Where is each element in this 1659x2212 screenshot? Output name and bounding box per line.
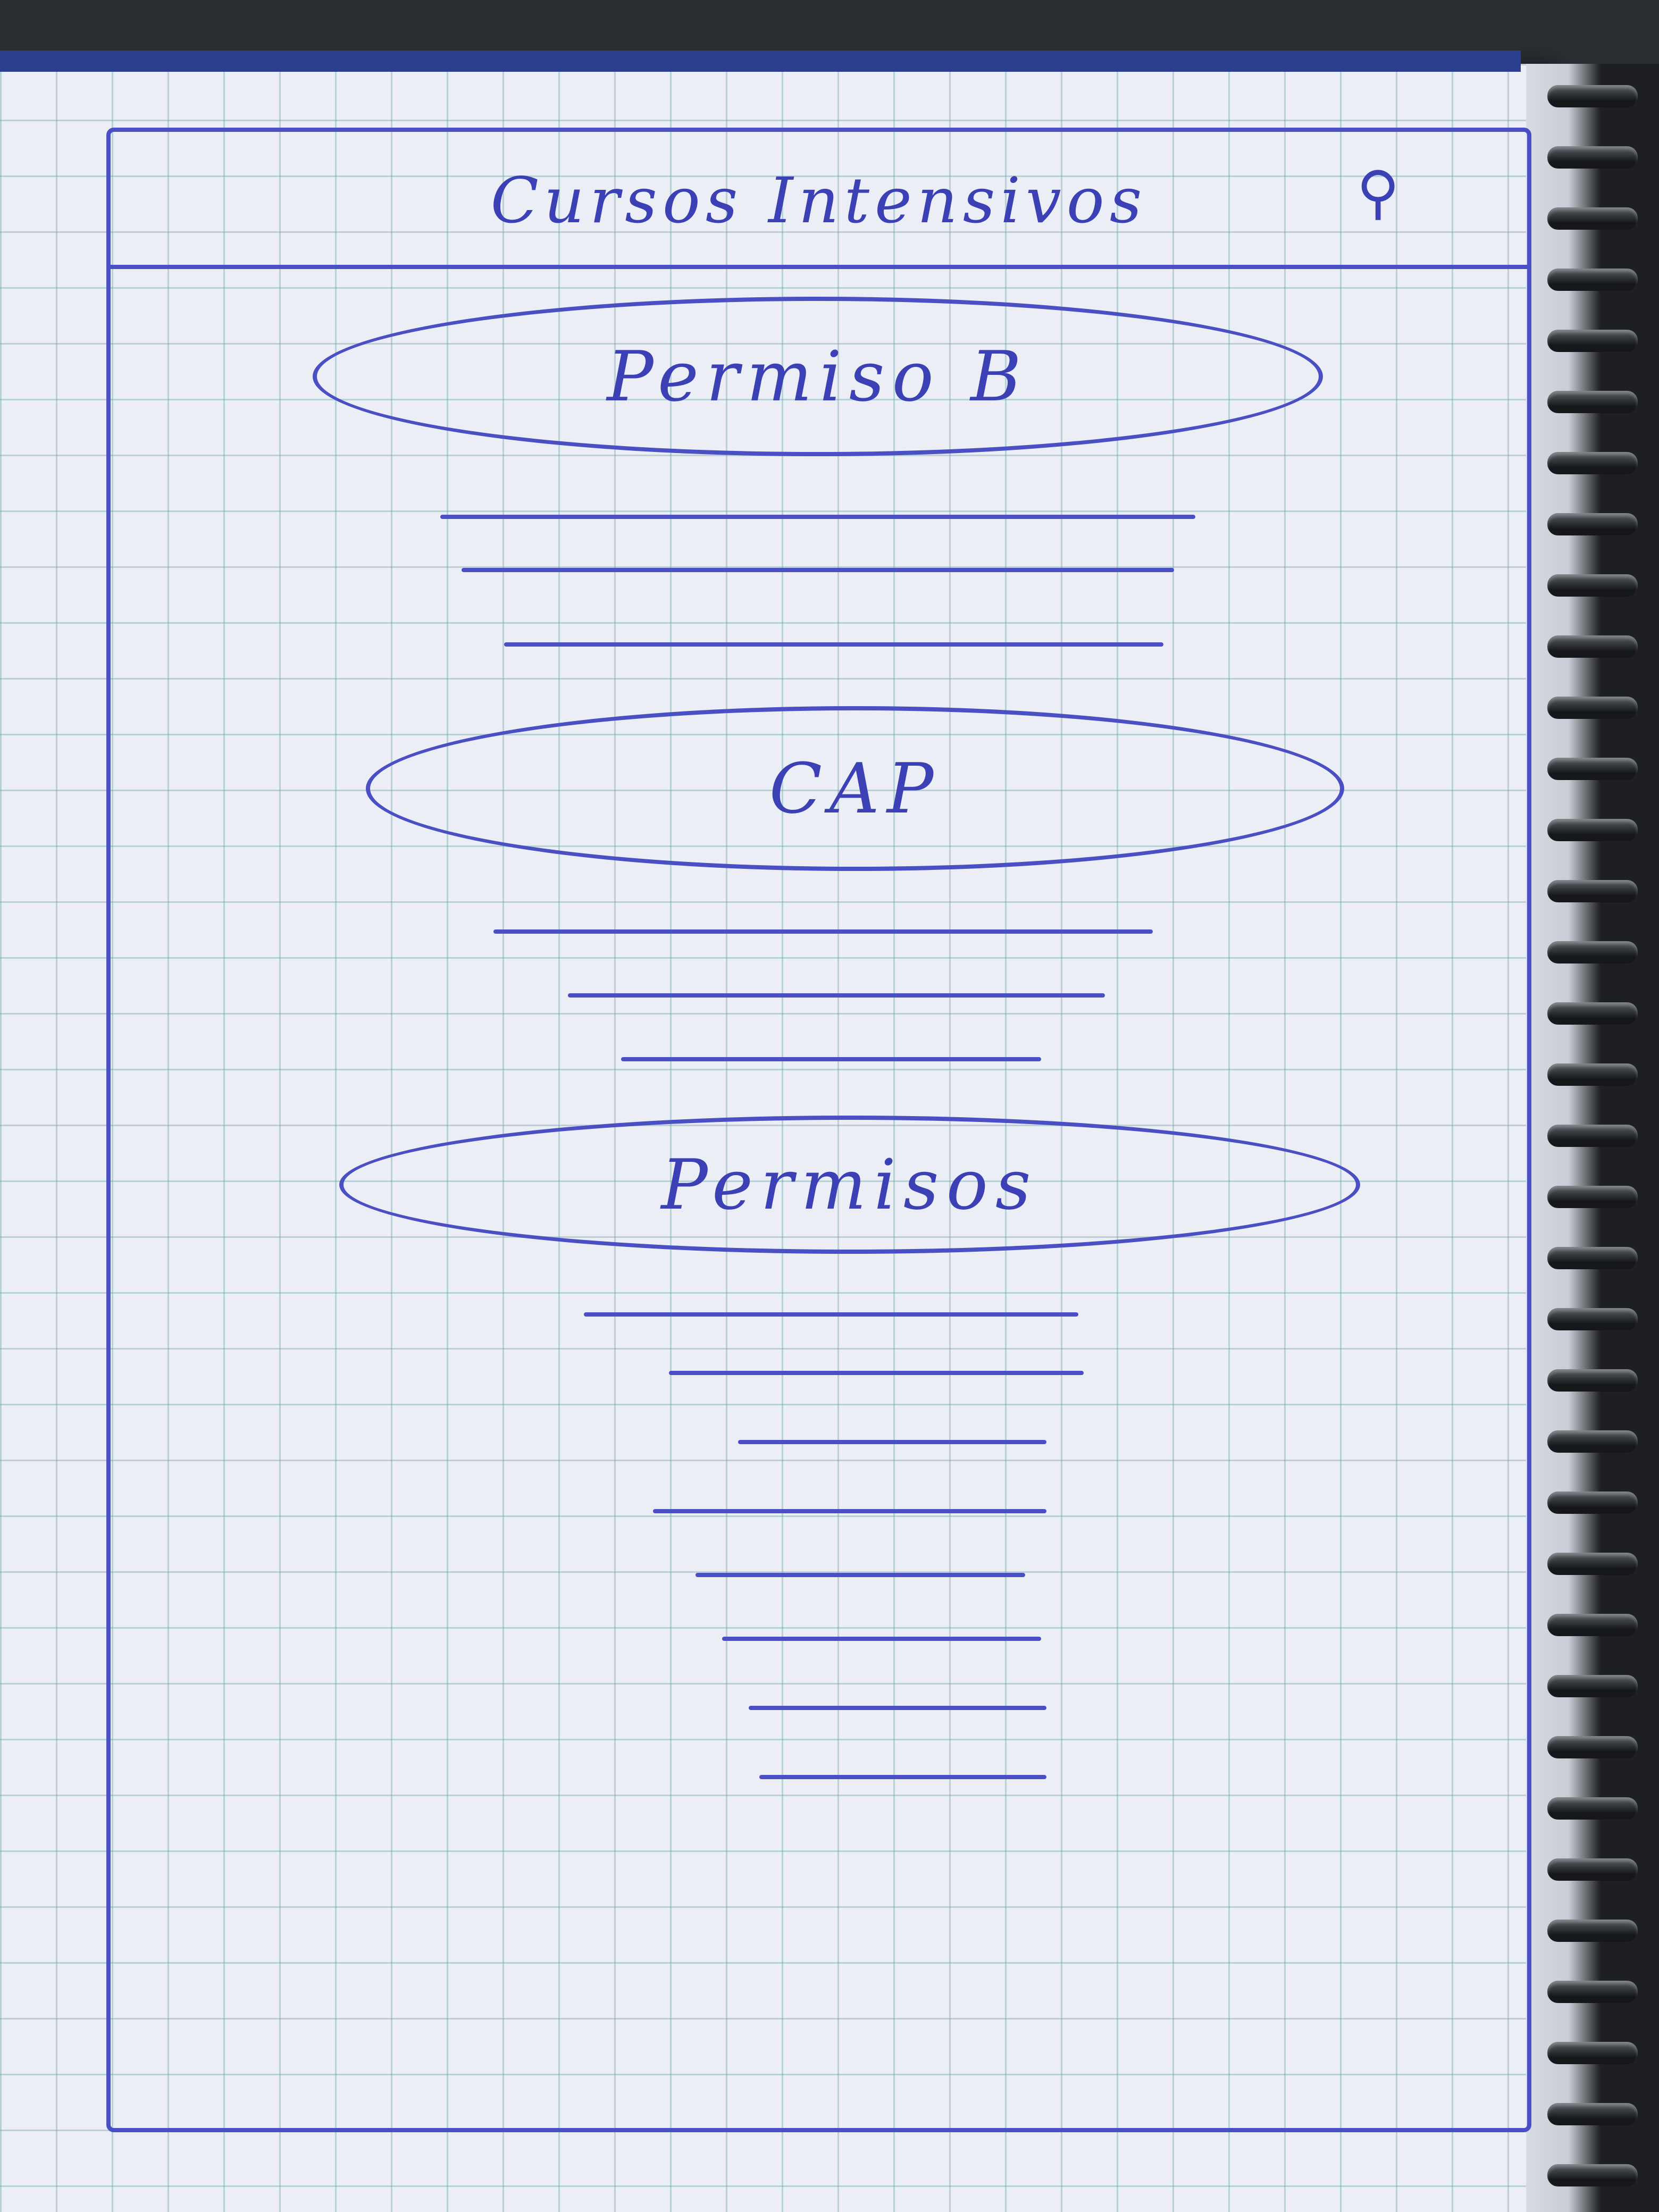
- spiral-coil: [1547, 1675, 1638, 1697]
- spiral-coil: [1547, 1553, 1638, 1575]
- section-button-label: Permiso B: [607, 336, 1029, 417]
- spiral-coil: [1547, 1125, 1638, 1147]
- placeholder-text-line: [568, 993, 1105, 998]
- placeholder-text-line: [738, 1440, 1046, 1444]
- spiral-coil: [1547, 513, 1638, 535]
- spiral-coil: [1547, 758, 1638, 780]
- placeholder-text-line: [584, 1312, 1078, 1317]
- spiral-coil: [1547, 1492, 1638, 1514]
- spiral-coil: [1547, 85, 1638, 107]
- spiral-coil: [1547, 2164, 1638, 2186]
- spiral-coil: [1547, 1797, 1638, 1820]
- spiral-coil: [1547, 207, 1638, 230]
- spiral-coil: [1547, 941, 1638, 963]
- spiral-coil: [1547, 1308, 1638, 1330]
- placeholder-text-line: [722, 1637, 1041, 1641]
- placeholder-text-line: [759, 1775, 1046, 1779]
- notebook-cover-edge: [0, 51, 1521, 72]
- spiral-coil: [1547, 1920, 1638, 1942]
- spiral-coil: [1547, 819, 1638, 841]
- spiral-coil: [1547, 635, 1638, 658]
- page-title: Cursos Intensivos: [490, 164, 1147, 237]
- spiral-coil: [1547, 2103, 1638, 2125]
- placeholder-text-line: [504, 642, 1163, 647]
- spiral-coil: [1547, 1981, 1638, 2003]
- placeholder-text-line: [669, 1371, 1084, 1375]
- section-button-label: Permisos: [661, 1144, 1038, 1225]
- spiral-coil: [1547, 269, 1638, 291]
- spiral-coil: [1547, 1858, 1638, 1881]
- spiral-coil: [1547, 1063, 1638, 1086]
- page-frame: Cursos Intensivos ⚲ Permiso B CAP Permis…: [106, 128, 1531, 2132]
- spiral-coil: [1547, 146, 1638, 169]
- placeholder-text-line: [749, 1706, 1046, 1710]
- spiral-coil: [1547, 452, 1638, 474]
- section-button-cap[interactable]: CAP: [366, 706, 1344, 871]
- spiral-coil: [1547, 330, 1638, 352]
- section-button-permisos[interactable]: Permisos: [339, 1116, 1360, 1254]
- placeholder-text-line: [621, 1057, 1041, 1061]
- spiral-coil: [1547, 1002, 1638, 1025]
- spiral-coil: [1547, 880, 1638, 902]
- spiral-coil: [1547, 1186, 1638, 1208]
- placeholder-text-line: [653, 1509, 1046, 1513]
- placeholder-text-line: [440, 515, 1195, 519]
- spiral-coil: [1547, 1247, 1638, 1269]
- spiral-binding: [1526, 64, 1659, 2212]
- placeholder-text-line: [462, 568, 1174, 572]
- section-button-permiso-b[interactable]: Permiso B: [313, 297, 1323, 456]
- spiral-coil: [1547, 697, 1638, 719]
- spiral-coil: [1547, 1736, 1638, 1758]
- search-icon[interactable]: ⚲: [1356, 158, 1400, 227]
- placeholder-text-line: [696, 1573, 1025, 1577]
- spiral-coil: [1547, 1369, 1638, 1392]
- spiral-coil: [1547, 574, 1638, 597]
- spiral-coil: [1547, 1614, 1638, 1636]
- placeholder-text-line: [493, 929, 1153, 934]
- header: Cursos Intensivos ⚲: [111, 132, 1527, 269]
- spiral-coil: [1547, 2042, 1638, 2064]
- spiral-coil: [1547, 1430, 1638, 1453]
- spiral-coil: [1547, 391, 1638, 413]
- section-button-label: CAP: [769, 748, 941, 829]
